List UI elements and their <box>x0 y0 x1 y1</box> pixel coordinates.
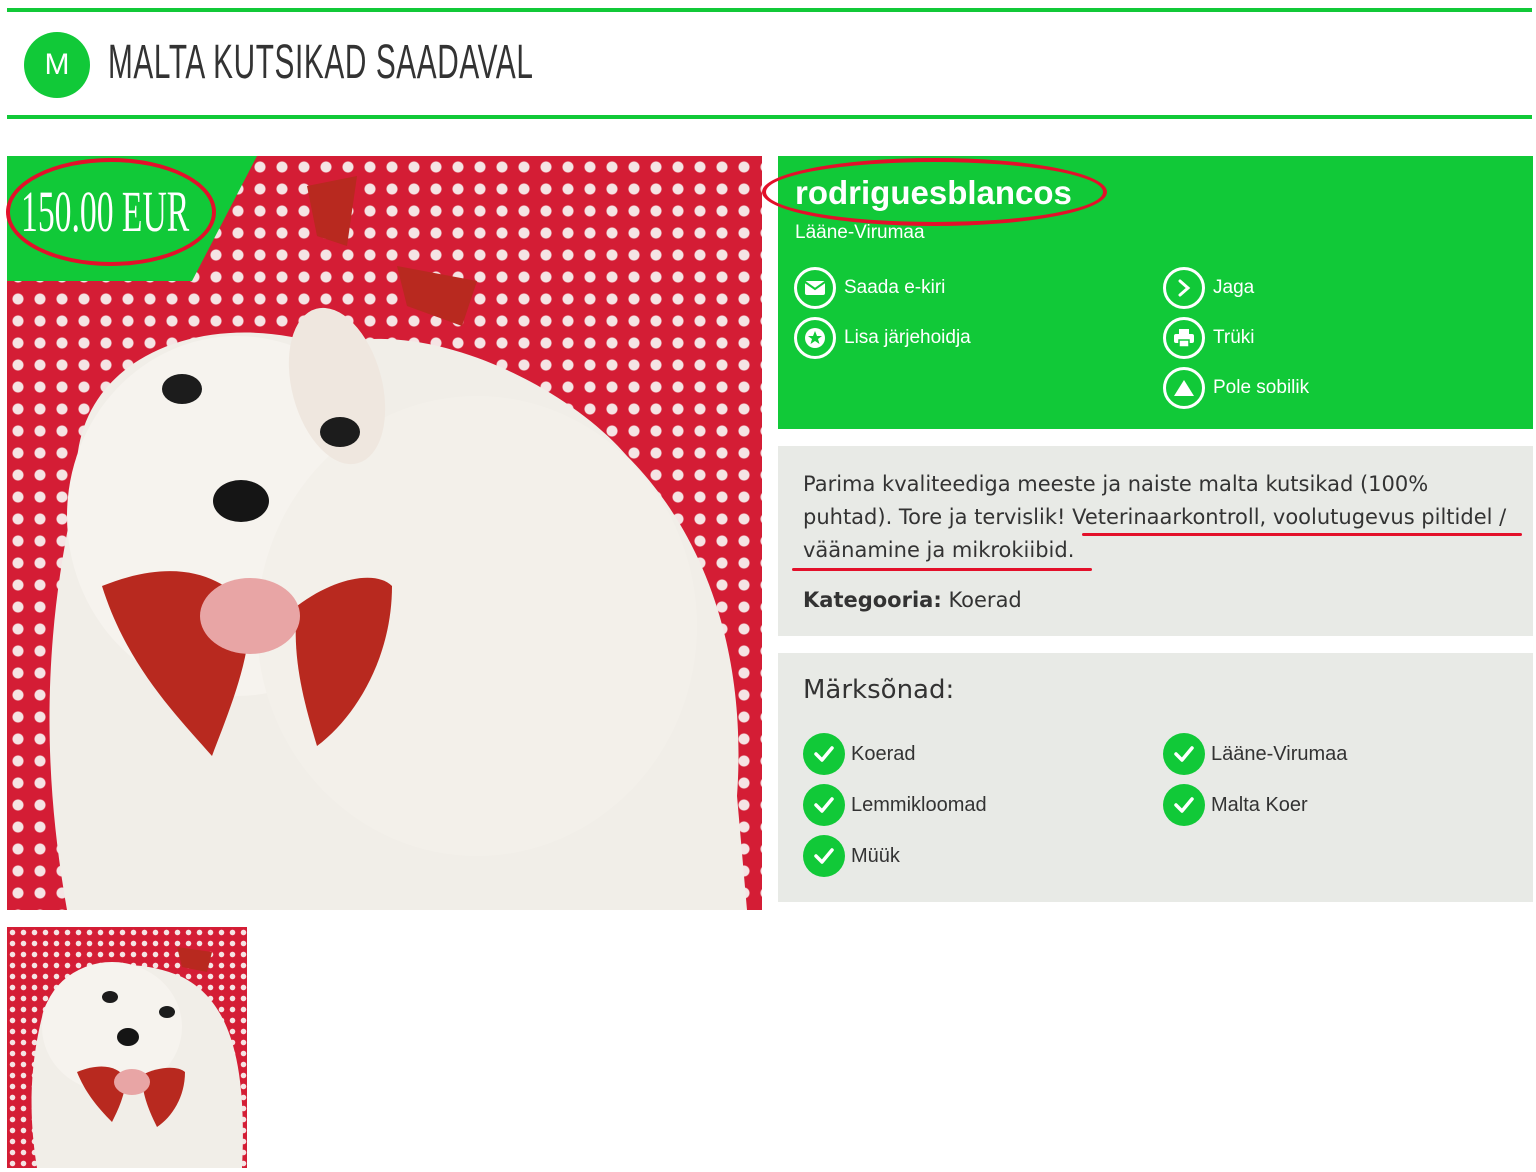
print-button[interactable]: Trüki <box>1163 317 1255 359</box>
category-value[interactable]: Koerad <box>948 588 1021 612</box>
description-text: Parima kvaliteediga meeste ja naiste mal… <box>803 468 1513 567</box>
checkmark-icon <box>1163 784 1205 826</box>
listing-page: M MALTA KUTSIKAD SAADAVAL 150.00 EUR rod… <box>0 0 1536 1172</box>
tag-item[interactable]: Lemmikloomad <box>803 784 987 826</box>
page-title: MALTA KUTSIKAD SAADAVAL <box>108 35 534 89</box>
tag-item[interactable]: Lääne-Virumaa <box>1163 733 1347 775</box>
tag-label: Müük <box>851 844 900 867</box>
puppy-thumbnail-illustration <box>31 947 243 1168</box>
send-email-button[interactable]: Saada e-kiri <box>794 267 945 309</box>
logo-badge[interactable]: M <box>24 32 90 98</box>
report-inappropriate-button[interactable]: Pole sobilik <box>1163 367 1309 409</box>
tag-item[interactable]: Malta Koer <box>1163 784 1308 826</box>
print-label: Trüki <box>1213 327 1255 348</box>
category-line: Kategooria: Koerad <box>803 588 1022 612</box>
tags-panel: Märksõnad: Koerad Lääne-Virumaa Lemmiklo… <box>778 653 1533 902</box>
tag-label: Malta Koer <box>1211 793 1308 816</box>
printer-icon <box>1163 317 1205 359</box>
checkmark-icon <box>803 784 845 826</box>
description-main: Parima kvaliteediga meeste ja naiste mal… <box>803 472 1507 562</box>
tag-label: Koerad <box>851 742 916 765</box>
warning-triangle-icon <box>1163 367 1205 409</box>
checkmark-icon <box>803 835 845 877</box>
header-top-rule <box>7 8 1532 12</box>
envelope-icon <box>794 267 836 309</box>
tag-label: Lemmikloomad <box>851 793 987 816</box>
header-bottom-rule <box>7 115 1532 119</box>
seller-annotation-ellipse <box>762 158 1107 226</box>
share-button[interactable]: Jaga <box>1163 267 1254 309</box>
checkmark-icon <box>1163 733 1205 775</box>
category-label: Kategooria: <box>803 588 942 612</box>
checkmark-icon <box>803 733 845 775</box>
description-panel: Parima kvaliteediga meeste ja naiste mal… <box>778 446 1533 636</box>
share-label: Jaga <box>1213 277 1255 298</box>
report-inappropriate-label: Pole sobilik <box>1213 377 1310 398</box>
add-bookmark-button[interactable]: Lisa järjehoidja <box>794 317 971 359</box>
star-icon <box>794 317 836 359</box>
description-underline-2 <box>792 568 1092 571</box>
tag-label: Lääne-Virumaa <box>1211 742 1348 765</box>
share-arrow-icon <box>1163 267 1205 309</box>
thumbnail-photo[interactable] <box>7 927 247 1168</box>
add-bookmark-label: Lisa järjehoidja <box>844 327 971 348</box>
tag-item[interactable]: Koerad <box>803 733 916 775</box>
price-annotation-ellipse <box>6 158 216 266</box>
main-product-photo[interactable]: 150.00 EUR <box>7 156 762 910</box>
description-end: . <box>1067 538 1075 562</box>
send-email-label: Saada e-kiri <box>844 277 946 298</box>
description-underline-1 <box>1082 533 1522 536</box>
tags-title: Märksõnad: <box>803 675 955 705</box>
tag-item[interactable]: Müük <box>803 835 900 877</box>
